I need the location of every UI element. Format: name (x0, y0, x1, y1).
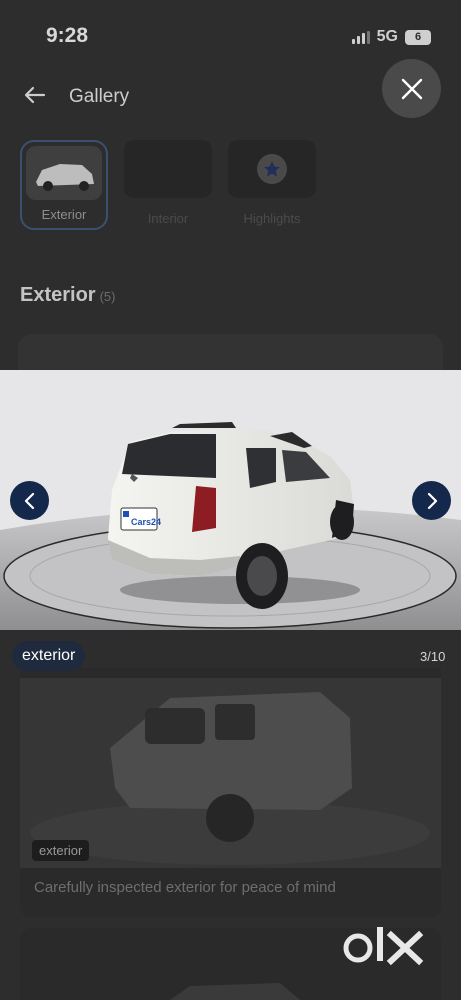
section-title: Exterior (5) (20, 284, 115, 307)
tab-label: Highlights (243, 211, 301, 226)
tab-label: Interior (147, 211, 189, 226)
exterior-thumbnail (26, 146, 102, 200)
card-image: exterior (20, 678, 441, 868)
olx-watermark-logo (343, 927, 424, 966)
page-title: Gallery (69, 86, 130, 107)
next-image-button[interactable] (412, 481, 451, 520)
image-category-tag: exterior (12, 641, 86, 671)
status-bar: 9:28 5G 6 (0, 0, 461, 70)
status-indicators: 5G 6 (351, 28, 431, 46)
card-badge: exterior (32, 840, 90, 861)
tab-highlights[interactable]: Highlights (228, 140, 316, 230)
car-plate-label: Cars24 (131, 517, 161, 527)
image-counter: 3/10 (420, 649, 446, 664)
category-tabs: Exterior Interior Highlights (20, 140, 316, 230)
section-title-text: Exterior (20, 284, 96, 306)
tab-interior[interactable]: Interior (124, 140, 212, 230)
previous-image-button[interactable] (10, 481, 49, 520)
highlights-thumbnail (228, 140, 316, 198)
battery-icon: 6 (405, 29, 431, 45)
close-button[interactable] (382, 59, 441, 118)
tab-exterior[interactable]: Exterior (20, 140, 108, 230)
car-photo[interactable]: Cars24 (0, 370, 461, 630)
back-arrow-icon[interactable] (22, 82, 48, 108)
chevron-left-icon (24, 492, 34, 509)
section-count: (5) (99, 289, 116, 304)
close-icon (401, 78, 422, 99)
network-label: 5G (376, 28, 398, 45)
signal-icon (351, 30, 370, 44)
gallery-card[interactable]: exterior Carefully inspected exterior fo… (20, 668, 441, 918)
status-time: 9:28 (46, 24, 89, 47)
interior-thumbnail (124, 140, 212, 198)
chevron-right-icon (427, 492, 437, 509)
card-caption: Carefully inspected exterior for peace o… (34, 879, 336, 896)
star-icon (257, 154, 287, 184)
tab-label: Exterior (41, 207, 87, 222)
gallery-card[interactable] (18, 334, 443, 374)
